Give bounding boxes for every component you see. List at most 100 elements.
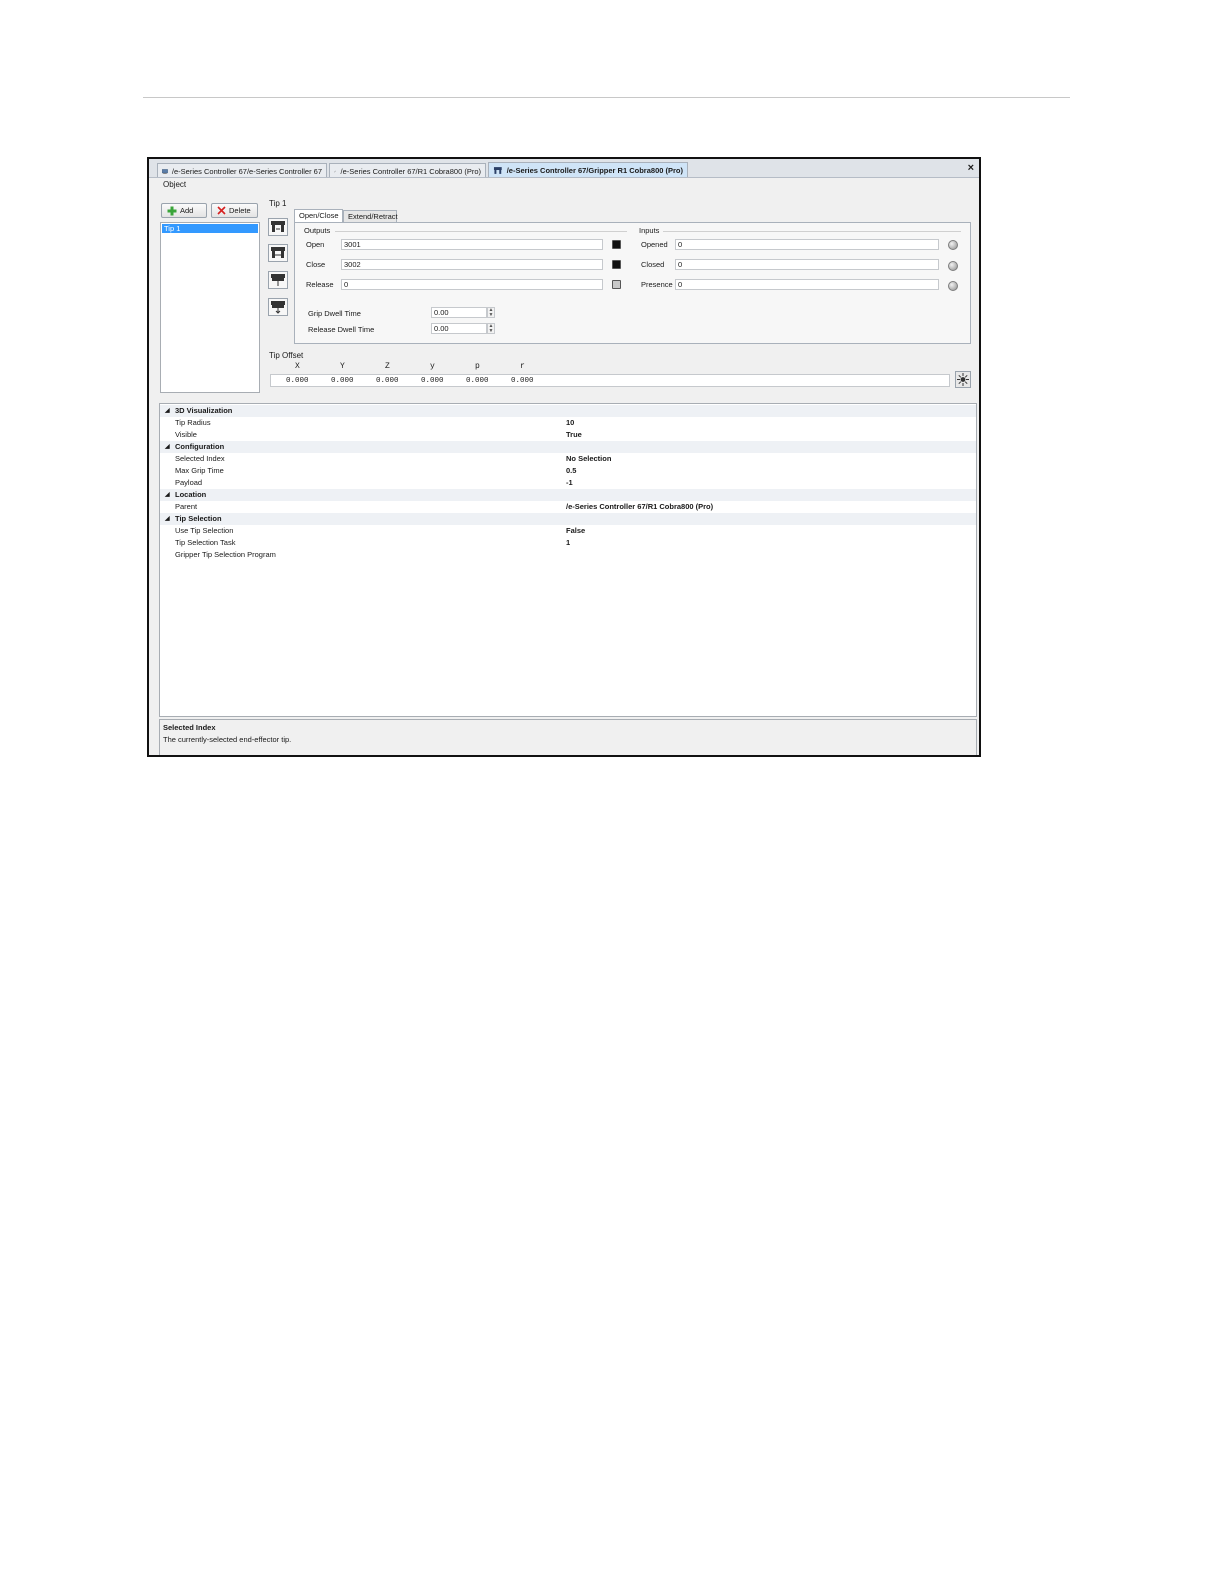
property-value[interactable]: 1 xyxy=(566,537,570,549)
property-value[interactable]: False xyxy=(566,525,585,537)
property-value[interactable]: 0.5 xyxy=(566,465,576,477)
controller-icon xyxy=(162,168,168,174)
menu-bar: Object xyxy=(149,178,979,192)
table-row[interactable]: Visible True xyxy=(160,429,976,441)
axis-z-label: Z xyxy=(385,362,390,371)
tab-robot[interactable]: /e-Series Controller 67/R1 Cobra800 (Pro… xyxy=(329,163,486,177)
description-title: Selected Index xyxy=(163,723,216,732)
add-button[interactable]: Add xyxy=(161,203,207,218)
table-row[interactable]: Gripper Tip Selection Program xyxy=(160,549,976,561)
grip-dwell-label: Grip Dwell Time xyxy=(308,309,361,318)
property-value[interactable]: /e-Series Controller 67/R1 Cobra800 (Pro… xyxy=(566,501,713,513)
axis-y-label: Y xyxy=(340,362,345,371)
plus-icon xyxy=(167,206,177,215)
closed-input-field[interactable]: 0 xyxy=(675,259,939,270)
tip-title: Tip 1 xyxy=(269,199,287,208)
inputs-group-label: Inputs xyxy=(639,226,660,235)
tab-controller[interactable]: /e-Series Controller 67/e-Series Control… xyxy=(157,163,327,177)
menu-object[interactable]: Object xyxy=(163,180,186,189)
presence-label: Presence xyxy=(641,280,673,289)
open-output-field[interactable]: 3001 xyxy=(341,239,603,250)
property-name: Tip Selection Task xyxy=(175,538,236,547)
offset-roll-value[interactable]: 0.000 xyxy=(511,377,534,385)
category-row[interactable]: ◢ Configuration xyxy=(160,441,976,453)
offset-pitch-value[interactable]: 0.000 xyxy=(466,377,489,385)
property-value[interactable]: No Selection xyxy=(566,453,611,465)
teach-offset-button[interactable] xyxy=(955,371,971,388)
table-row[interactable]: Parent/e-Series Controller 67/R1 Cobra80… xyxy=(160,501,976,513)
table-row[interactable]: Selected Index No Selection xyxy=(160,453,976,465)
close-output-indicator[interactable] xyxy=(612,260,621,269)
category-name: Configuration xyxy=(175,442,225,451)
offset-yaw-value[interactable]: 0.000 xyxy=(421,377,444,385)
collapse-arrow-icon[interactable]: ◢ xyxy=(165,405,170,417)
property-grid: ◢ 3D Visualization Tip Radius 10 Visible Tr… xyxy=(159,403,977,717)
gripper-retract-icon[interactable] xyxy=(268,271,288,289)
category-name: 3D Visualization xyxy=(175,406,233,415)
property-name: Use Tip Selection xyxy=(175,526,234,535)
open-output-indicator[interactable] xyxy=(612,240,621,249)
table-row[interactable]: Tip Selection Task 1 xyxy=(160,537,976,549)
document-tab-bar: /e-Series Controller 67/e-Series Control… xyxy=(149,159,979,178)
category-row[interactable]: ◢ Location xyxy=(160,489,976,501)
list-item[interactable]: Tip 1 xyxy=(162,224,258,233)
gripper-extend-icon[interactable] xyxy=(268,244,288,262)
property-value[interactable]: True xyxy=(566,429,582,441)
opened-input-field[interactable]: 0 xyxy=(675,239,939,250)
property-value[interactable]: 10 xyxy=(566,417,574,429)
table-row[interactable]: Use Tip Selection False xyxy=(160,525,976,537)
open-close-panel: Outputs Open 3001 Close 3002 Release 0 I… xyxy=(294,222,971,344)
category-name: Location xyxy=(175,490,207,499)
open-label: Open xyxy=(306,240,325,249)
tip-list[interactable]: Tip 1 xyxy=(160,222,260,393)
property-value[interactable]: -1 xyxy=(566,477,573,489)
tab-gripper[interactable]: /e-Series Controller 67/Gripper R1 Cobra… xyxy=(488,162,688,177)
release-dwell-label: Release Dwell Time xyxy=(308,325,375,334)
release-dwell-input[interactable]: 0.00 xyxy=(431,323,487,334)
robot-arm-icon xyxy=(334,170,336,172)
property-name: Visible xyxy=(175,430,197,439)
delete-button[interactable]: Delete xyxy=(211,203,258,218)
grip-dwell-spinner[interactable]: ▲ ▼ xyxy=(487,307,495,318)
collapse-arrow-icon[interactable]: ◢ xyxy=(165,513,170,525)
table-row[interactable]: Payload -1 xyxy=(160,477,976,489)
release-output-indicator[interactable] xyxy=(612,280,621,289)
category-row[interactable]: ◢ 3D Visualization xyxy=(160,405,976,417)
offset-x-value[interactable]: 0.000 xyxy=(286,377,309,385)
collapse-arrow-icon[interactable]: ◢ xyxy=(165,489,170,501)
axis-yaw-label: y xyxy=(430,362,435,371)
release-output-field[interactable]: 0 xyxy=(341,279,603,290)
outputs-divider xyxy=(335,231,627,232)
offset-z-value[interactable]: 0.000 xyxy=(376,377,399,385)
offset-y-value[interactable]: 0.000 xyxy=(331,377,354,385)
gripper-open-close-icon[interactable] xyxy=(268,218,288,236)
collapse-arrow-icon[interactable]: ◢ xyxy=(165,441,170,453)
teach-icon xyxy=(957,373,969,386)
close-icon[interactable]: × xyxy=(968,162,974,174)
tip-offset-field[interactable] xyxy=(270,374,950,387)
release-dwell-spinner[interactable]: ▲ ▼ xyxy=(487,323,495,334)
tab-label: /e-Series Controller 67/Gripper R1 Cobra… xyxy=(506,166,683,175)
property-name: Parent xyxy=(175,502,198,511)
gripper-down-icon[interactable] xyxy=(268,298,288,316)
category-name: Tip Selection xyxy=(175,514,222,523)
tab-open-close[interactable]: Open/Close xyxy=(294,209,343,223)
table-row[interactable]: Max Grip Time 0.5 xyxy=(160,465,976,477)
table-row[interactable]: Tip Radius 10 xyxy=(160,417,976,429)
page-header-rule xyxy=(143,97,1070,98)
close-label: Close xyxy=(306,260,326,269)
grip-dwell-input[interactable]: 0.00 xyxy=(431,307,487,318)
property-name: Gripper Tip Selection Program xyxy=(175,550,276,559)
axis-pitch-label: p xyxy=(475,362,480,371)
property-name: Max Grip Time xyxy=(175,466,224,475)
category-row[interactable]: ◢ Tip Selection xyxy=(160,513,976,525)
close-output-field[interactable]: 3002 xyxy=(341,259,603,270)
tab-label: /e-Series Controller 67/e-Series Control… xyxy=(171,166,322,176)
delete-x-icon xyxy=(217,206,226,215)
property-description-pane: Selected Index The currently-selected en… xyxy=(159,719,977,755)
presence-input-field[interactable]: 0 xyxy=(675,279,939,290)
property-name: Selected Index xyxy=(175,454,225,463)
presence-input-indicator xyxy=(948,281,958,291)
axis-x-label: X xyxy=(295,362,300,371)
inputs-divider xyxy=(663,231,961,232)
